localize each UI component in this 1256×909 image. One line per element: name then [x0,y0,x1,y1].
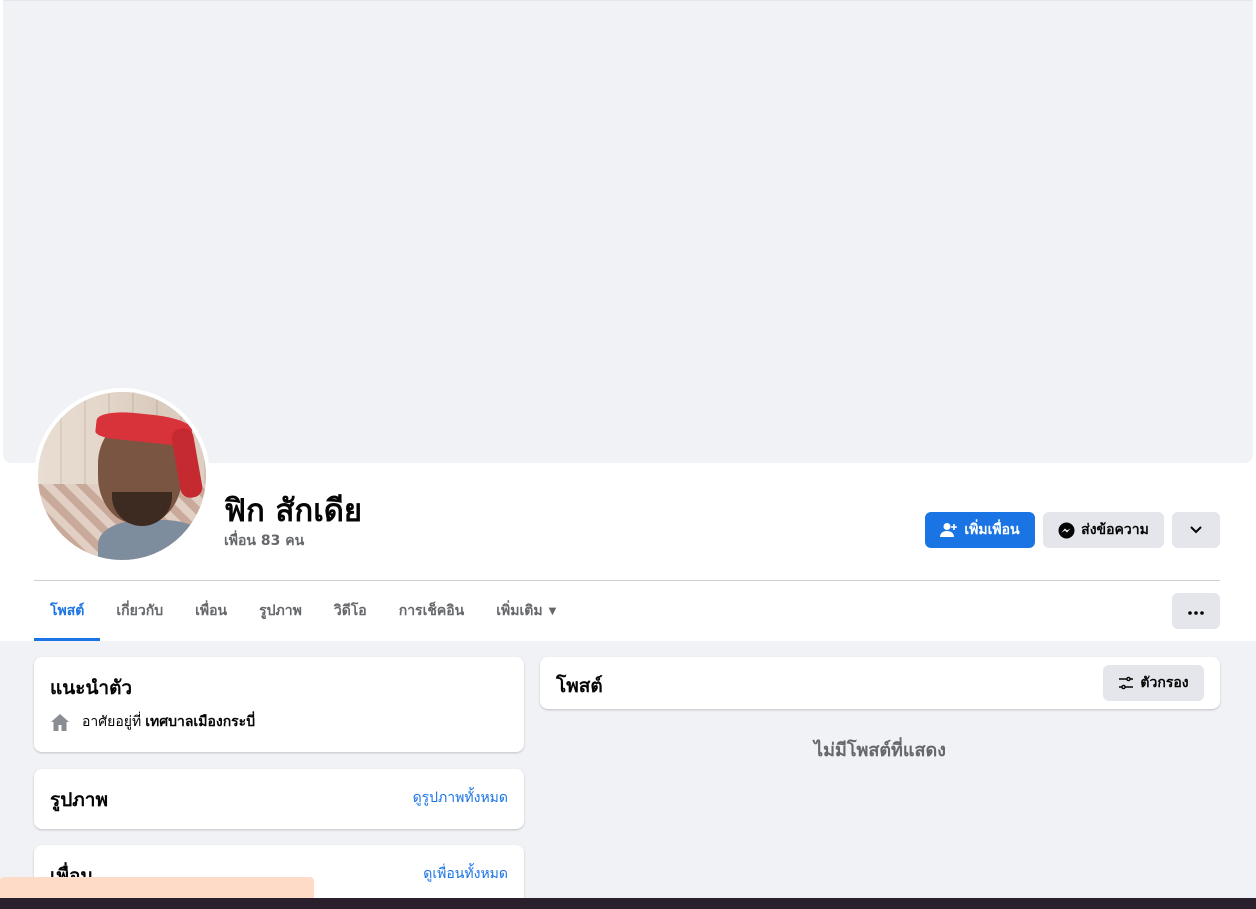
see-all-friends-link[interactable]: ดูเพื่อนทั้งหมด [423,863,508,885]
tab-more-label: เพิ่มเติม [496,603,543,619]
intro-card: แนะนำตัว อาศัยอยู่ที่ เทศบาลเมืองกระบี่ [34,657,524,752]
see-all-photos-link[interactable]: ดูรูปภาพทั้งหมด [413,787,508,809]
tabs-more-options-button[interactable] [1172,593,1220,629]
tab-photos[interactable]: รูปภาพ [243,581,318,641]
tab-about[interactable]: เกี่ยวกับ [100,581,179,641]
intro-title: แนะนำตัว [50,677,133,699]
filter-label: ตัวกรอง [1140,675,1189,691]
ellipsis-icon [1188,603,1204,619]
filter-icon [1118,676,1134,690]
profile-avatar[interactable] [34,388,210,564]
os-taskbar [0,898,1256,909]
lives-prefix: อาศัยอยู่ที่ [82,714,142,730]
tab-posts[interactable]: โพสต์ [34,581,101,641]
add-friend-button[interactable]: เพิ่มเพื่อน [925,512,1035,548]
filter-button[interactable]: ตัวกรอง [1103,665,1204,701]
intro-lives-row: อาศัยอยู่ที่ เทศบาลเมืองกระบี่ [50,711,255,733]
message-label: ส่งข้อความ [1081,522,1149,538]
more-actions-button[interactable] [1172,512,1220,548]
message-button[interactable]: ส่งข้อความ [1043,512,1164,548]
no-posts-message: ไม่มีโพสต์ที่แสดง [814,740,946,761]
posts-card: โพสต์ ตัวกรอง [540,657,1220,709]
tab-friends[interactable]: เพื่อน [179,581,243,641]
tab-more[interactable]: เพิ่มเติม ▼ [480,581,572,641]
tab-videos[interactable]: วิดีโอ [318,581,383,641]
caret-down-icon: ▼ [548,605,557,617]
profile-name: ฟิก สักเดีย [224,493,363,529]
friend-count[interactable]: เพื่อน 83 คน [224,530,304,552]
photos-title: รูปภาพ [50,789,108,811]
add-friend-label: เพิ่มเพื่อน [964,522,1020,538]
posts-title: โพสต์ [556,675,603,697]
photos-card: รูปภาพ ดูรูปภาพทั้งหมด [34,769,524,829]
lives-place-link[interactable]: เทศบาลเมืองกระบี่ [145,711,255,733]
tab-checkins[interactable]: การเช็คอิน [383,581,481,641]
profile-tabs: โพสต์ เกี่ยวกับ เพื่อน รูปภาพ วิดีโอ การ… [34,581,572,641]
messenger-icon [1058,522,1075,539]
add-person-icon [940,522,958,538]
chevron-down-icon [1190,522,1202,538]
home-icon [50,713,70,732]
avatar-photo [38,392,206,560]
